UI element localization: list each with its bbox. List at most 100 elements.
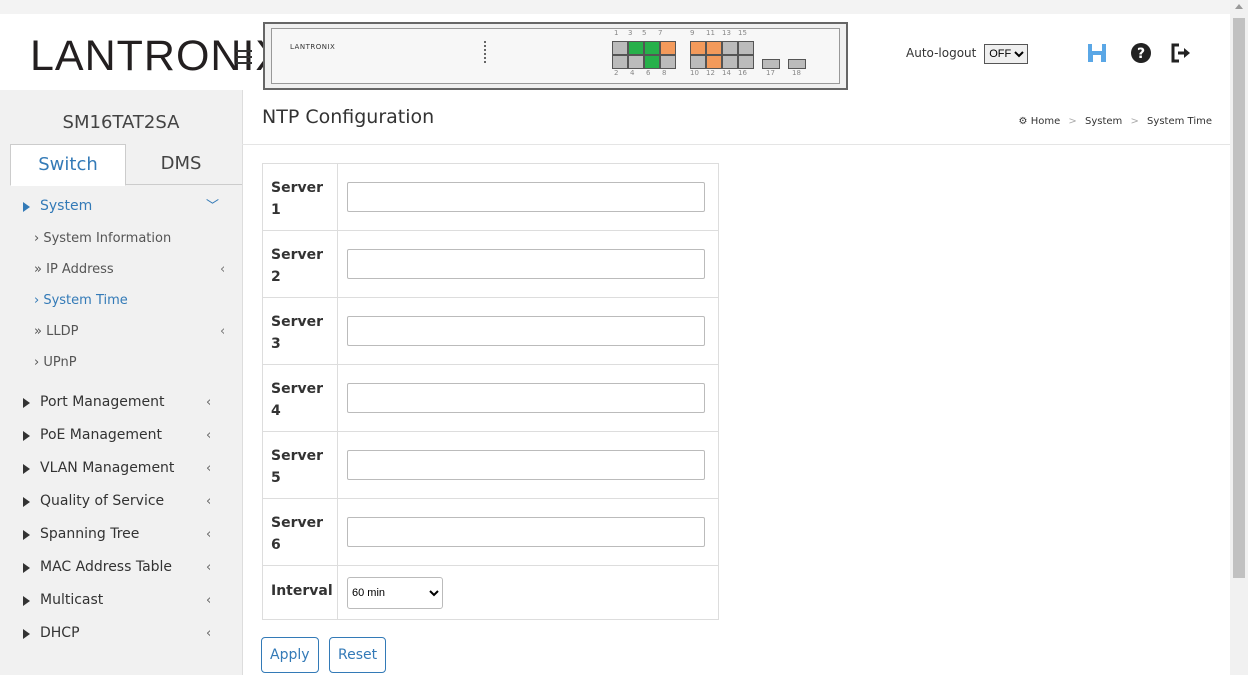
switch-front-panel: LANTRONIX 1 3 5 7 9 11 13 15 2 4 6 8 10 … (263, 22, 848, 90)
caret-right-icon (23, 398, 30, 408)
port-14[interactable] (722, 55, 738, 69)
port-18[interactable] (788, 59, 806, 69)
sidebar-item-spanning-tree[interactable]: Spanning Tree ‹ (0, 518, 242, 551)
reset-button[interactable]: Reset (329, 637, 387, 673)
server-row: Server 3 (263, 298, 718, 365)
port-1[interactable] (612, 41, 628, 55)
lantronix-logo[interactable]: LANTRONIX® (30, 32, 295, 81)
caret-right-icon (23, 530, 30, 540)
chevron-right-icon: › (34, 231, 40, 246)
interval-select[interactable]: 60 min (347, 577, 443, 609)
sidebar-menu: System ﹀ › System Information » IP Addre… (0, 190, 242, 650)
server-6-input[interactable] (347, 517, 705, 547)
server-label: Server 1 (263, 164, 338, 230)
sidebar-item-ip-address[interactable]: » IP Address ‹ (0, 254, 242, 285)
server-row: Server 5 (263, 432, 718, 499)
tab-dms[interactable]: DMS (124, 144, 238, 184)
port-11[interactable] (706, 41, 722, 55)
help-icon[interactable]: ? (1130, 42, 1152, 64)
caret-right-icon (23, 431, 30, 441)
scrollbar-thumb[interactable] (1233, 18, 1245, 578)
server-4-input[interactable] (347, 383, 705, 413)
chevron-left-icon: ‹ (220, 262, 226, 277)
chevron-left-icon: ‹ (206, 593, 212, 608)
sidebar-item-mac-address-table[interactable]: MAC Address Table ‹ (0, 551, 242, 584)
port-6[interactable] (644, 55, 660, 69)
sidebar-tabs: Switch DMS (10, 144, 242, 186)
auto-logout-select[interactable]: OFF (984, 44, 1029, 64)
sidebar-item-multicast[interactable]: Multicast ‹ (0, 584, 242, 617)
server-2-input[interactable] (347, 249, 705, 279)
port-17[interactable] (762, 59, 780, 69)
page-scrollbar[interactable] (1230, 0, 1248, 675)
port-7[interactable] (660, 41, 676, 55)
port-15[interactable] (738, 41, 754, 55)
chevron-left-icon: ‹ (206, 527, 212, 542)
port-4[interactable] (628, 55, 644, 69)
sidebar-item-system-time[interactable]: › System Time (0, 285, 242, 316)
sidebar-item-upnp[interactable]: › UPnP (0, 347, 242, 378)
breadcrumb-home[interactable]: Home (1031, 116, 1061, 127)
server-label: Server 4 (263, 365, 338, 431)
port-13[interactable] (722, 41, 738, 55)
sidebar-item-quality-of-service[interactable]: Quality of Service ‹ (0, 485, 242, 518)
server-label: Server 5 (263, 432, 338, 498)
caret-right-icon (23, 563, 30, 573)
chevron-left-icon: ‹ (206, 626, 212, 641)
svg-text:?: ? (1137, 46, 1145, 62)
sidebar-item-poe-management[interactable]: PoE Management ‹ (0, 419, 242, 452)
chevron-right-icon: › (34, 293, 40, 308)
port-9[interactable] (690, 41, 706, 55)
breadcrumb-system[interactable]: System (1085, 116, 1122, 127)
port-16[interactable] (738, 55, 754, 69)
scroll-up-icon[interactable] (1235, 4, 1243, 9)
caret-right-icon (23, 596, 30, 606)
sidebar-item-port-management[interactable]: Port Management ‹ (0, 386, 242, 419)
chevron-left-icon: ‹ (206, 461, 212, 476)
device-name: SM16TAT2SA (62, 112, 180, 133)
sidebar-item-dhcp[interactable]: DHCP ‹ (0, 617, 242, 650)
apply-button[interactable]: Apply (261, 637, 319, 673)
port-2[interactable] (612, 55, 628, 69)
main-content: NTP Configuration ⚙ Home > System > Syst… (242, 90, 1230, 675)
server-1-input[interactable] (347, 182, 705, 212)
server-row: Server 4 (263, 365, 718, 432)
caret-right-icon (23, 497, 30, 507)
tab-switch[interactable]: Switch (10, 144, 126, 186)
sidebar-item-system[interactable]: System ﹀ (0, 190, 242, 223)
server-row: Server 6 (263, 499, 718, 566)
server-label: Server 3 (263, 298, 338, 364)
server-3-input[interactable] (347, 316, 705, 346)
sidebar-item-system-information[interactable]: › System Information (0, 223, 242, 254)
chevron-left-icon: ‹ (206, 494, 212, 509)
server-row: Server 1 (263, 164, 718, 231)
sidebar-item-vlan-management[interactable]: VLAN Management ‹ (0, 452, 242, 485)
caret-right-icon (23, 202, 30, 212)
breadcrumb: ⚙ Home > System > System Time (1018, 116, 1212, 127)
top-header: LANTRONIX® LANTRONIX 1 3 5 7 9 11 13 15 (0, 0, 1230, 90)
menu-icon[interactable] (236, 50, 252, 64)
breadcrumb-system-time: System Time (1147, 116, 1212, 127)
chevron-left-icon: ‹ (206, 428, 212, 443)
chevron-left-icon: ‹ (206, 395, 212, 410)
auto-logout-label: Auto-logout (906, 46, 977, 60)
logout-icon[interactable] (1170, 42, 1192, 64)
ntp-config-form: Server 1 Server 2 Server 3 Server 4 Server 5 … (262, 163, 719, 620)
chevron-down-icon: ﹀ (206, 199, 220, 214)
port-12[interactable] (706, 55, 722, 69)
port-10[interactable] (690, 55, 706, 69)
port-3[interactable] (628, 41, 644, 55)
server-label: Server 2 (263, 231, 338, 297)
divider (242, 144, 1230, 145)
sidebar-item-lldp[interactable]: » LLDP ‹ (0, 316, 242, 347)
server-label: Server 6 (263, 499, 338, 565)
panel-logo: LANTRONIX (290, 43, 336, 51)
interval-label: Interval (263, 566, 338, 619)
port-5[interactable] (644, 41, 660, 55)
auto-logout: Auto-logout OFF (906, 44, 1029, 64)
save-icon[interactable] (1086, 42, 1108, 64)
caret-right-icon (23, 464, 30, 474)
server-row: Server 2 (263, 231, 718, 298)
server-5-input[interactable] (347, 450, 705, 480)
port-8[interactable] (660, 55, 676, 69)
